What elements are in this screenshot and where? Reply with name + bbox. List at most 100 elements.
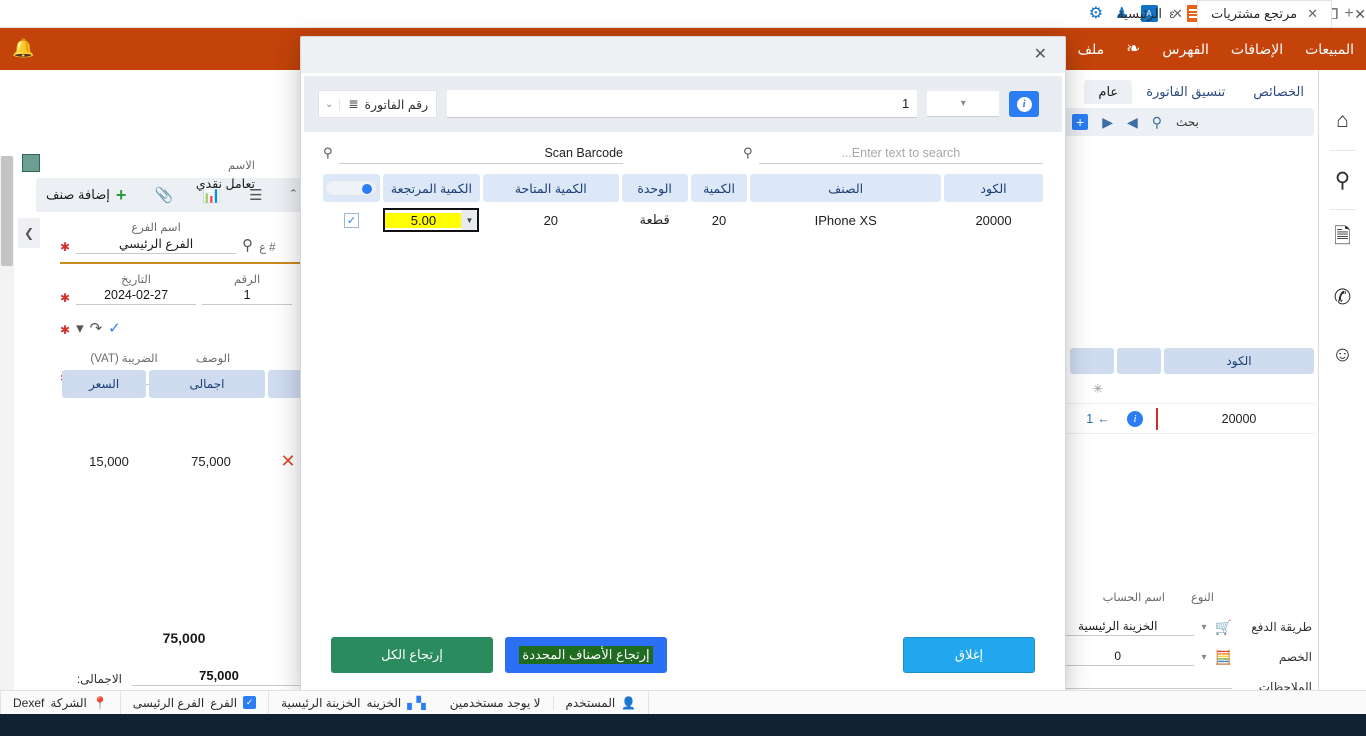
check-icon: ✓: [243, 696, 256, 709]
menu-item-sales[interactable]: المبيعات: [1305, 41, 1354, 58]
tab-purchase-return[interactable]: ✕ مرتجع مشتريات: [1197, 0, 1332, 28]
notifications-bell-icon[interactable]: 🔔: [12, 38, 34, 59]
column-header-code: الكود: [1164, 348, 1314, 374]
notes-value[interactable]: [1042, 686, 1232, 689]
add-button[interactable]: +: [1072, 114, 1088, 130]
grid-header: الكود الصنف الكمية الوحدة الكمية المتاحة…: [323, 174, 1043, 202]
search-icon[interactable]: ⚲: [323, 145, 333, 161]
menu-item-index[interactable]: الفهرس: [1162, 41, 1209, 58]
number-value[interactable]: 1: [202, 288, 292, 305]
prev-record-button[interactable]: ◀: [1127, 114, 1138, 131]
home-icon[interactable]: ⌂: [1319, 92, 1366, 150]
close-icon[interactable]: ✕: [1172, 6, 1183, 22]
list-icon[interactable]: ≣: [348, 97, 358, 111]
close-icon[interactable]: ✕: [1307, 6, 1318, 22]
add-item-label: إضافة صنف: [46, 187, 110, 203]
name-field: الاسم تعامل نقدي: [196, 158, 255, 191]
chevron-down-icon[interactable]: ▾: [1202, 652, 1207, 663]
documents-icon[interactable]: 🗎: [1319, 210, 1366, 268]
text-search-group: ⚲ Enter text to search...: [743, 142, 1043, 164]
new-tab-button[interactable]: +: [1332, 0, 1366, 28]
info-icon[interactable]: i: [1127, 411, 1143, 427]
return-all-button[interactable]: إرتجاع الكل: [331, 637, 493, 673]
dialog-footer: إرتجاع الكل إرتجاع الأصناف المحددة إغلاق: [301, 619, 1065, 691]
chevron-down-icon[interactable]: ▾: [1202, 622, 1207, 633]
close-icon[interactable]: ✕: [1034, 47, 1047, 63]
search-icon[interactable]: ⚲: [1319, 151, 1366, 209]
collapse-icon[interactable]: ˆ: [291, 187, 296, 204]
status-treasury-label: الخزينه: [367, 696, 402, 710]
cell-select[interactable]: ✓: [323, 213, 380, 228]
check-icon[interactable]: ✓: [108, 319, 121, 337]
invoice-number-input[interactable]: 1: [447, 90, 917, 118]
status-company[interactable]: 📍 الشركة Dexef: [0, 691, 120, 715]
scrollbar-thumb[interactable]: [1, 156, 13, 266]
tab-general[interactable]: عام: [1084, 80, 1132, 104]
search-icon[interactable]: ⚲: [1152, 114, 1162, 131]
tab-home[interactable]: ✕ الرئيسية: [1103, 0, 1197, 28]
status-treasury[interactable]: ▚▖ الخزينه الخزينة الرئيسية: [268, 691, 438, 715]
table-row-new[interactable]: ✳: [1054, 374, 1314, 404]
barcode-input[interactable]: Scan Barcode: [339, 142, 623, 164]
chevron-down-icon[interactable]: ▾: [76, 319, 84, 337]
table-row[interactable]: ✕ 75,000 15,000: [62, 444, 306, 478]
status-bar: 📍 الشركة Dexef ✓ الفرع الفرع الرئيسى ▚▖ …: [0, 690, 1366, 714]
table-row[interactable]: 20000 IPhone XS 20 قطعة 20 5.00 ▼ ✓: [323, 202, 1043, 238]
returned-qty-stepper[interactable]: 5.00 ▼: [383, 208, 479, 232]
search-icon[interactable]: ⚲: [242, 236, 253, 254]
branch-value[interactable]: الفرع الرئيسي: [76, 236, 236, 254]
user-icon[interactable]: ☺: [1319, 326, 1366, 384]
select-all-toggle[interactable]: [323, 174, 380, 202]
total-row-subtotal: الاجمالى: 75,000: [62, 656, 306, 686]
date-label: التاريخ: [76, 272, 196, 286]
new-row-icon[interactable]: ✳: [1076, 381, 1120, 396]
next-record-button[interactable]: ▶: [1102, 114, 1113, 131]
app-menu: المبيعات الإضافات الفهرس ❧ ملف: [1034, 28, 1366, 70]
discount-row: الخصم 🧮 ▾ 0: [1042, 642, 1312, 672]
info-button[interactable]: i: [1009, 91, 1039, 117]
search-icon[interactable]: ⚲: [743, 145, 753, 161]
menu-item-addons[interactable]: الإضافات: [1231, 41, 1283, 58]
search-label[interactable]: بحث: [1176, 115, 1199, 129]
add-item-button[interactable]: + إضافة صنف: [46, 185, 126, 206]
whatsapp-icon[interactable]: ✆: [1319, 268, 1366, 326]
tab-properties[interactable]: الخصائص: [1239, 80, 1318, 104]
branch-label: اسم الفرع: [76, 220, 236, 234]
settings-gear-icon[interactable]: ⚙: [1089, 6, 1103, 22]
name-value[interactable]: تعامل نقدي: [196, 176, 255, 191]
return-selected-button[interactable]: إرتجاع الأصناف المحددة: [505, 637, 667, 673]
chevron-down-icon[interactable]: ▾: [961, 98, 966, 109]
chevron-down-icon[interactable]: ▼: [461, 210, 477, 230]
panel-expand-button[interactable]: ❯: [18, 218, 40, 248]
os-taskbar-bottom: [0, 714, 1366, 736]
status-branch[interactable]: ✓ الفرع الفرع الرئيسى: [120, 691, 268, 715]
cart-icon[interactable]: 🛒: [1215, 619, 1232, 636]
column-header-unit: الوحدة: [622, 174, 688, 202]
search-input[interactable]: Enter text to search...: [759, 142, 1043, 164]
invoice-number-group: رقم الفاتورة ≣ ⌄: [318, 90, 437, 118]
refresh-icon[interactable]: ↷: [90, 319, 103, 337]
tab-invoice-format[interactable]: تنسيق الفاتورة: [1132, 80, 1239, 104]
chevron-down-icon[interactable]: ⌄: [319, 99, 340, 110]
column-header-qty: الكمية: [691, 174, 748, 202]
attachment-icon[interactable]: 📎: [155, 186, 174, 204]
ribbon-icon: ❧: [1126, 39, 1140, 59]
status-branch-value: الفرع الرئيسى: [133, 696, 204, 710]
row-checkbox[interactable]: ✓: [344, 213, 359, 228]
calculator-icon[interactable]: 🧮: [1215, 649, 1232, 666]
delete-row-icon[interactable]: ✕: [280, 451, 295, 472]
invoice-secondary-select[interactable]: ▾: [927, 91, 999, 117]
close-button[interactable]: إغلاق: [903, 637, 1035, 673]
toggle-switch-icon[interactable]: [325, 180, 377, 196]
date-value[interactable]: 2024-02-27: [76, 288, 196, 305]
dialog-topbar: رقم الفاتورة ≣ ⌄ 1 ▾ i: [304, 76, 1062, 132]
row-back-arrow-icon[interactable]: ←: [1097, 412, 1110, 426]
user-icon: 👤: [621, 696, 636, 710]
returned-qty-value[interactable]: 5.00: [385, 213, 461, 228]
table-row[interactable]: 20000 i ← 1: [1054, 404, 1314, 434]
cell-returned-qty[interactable]: 5.00 ▼: [383, 208, 480, 232]
menu-item-file[interactable]: ملف: [1078, 41, 1105, 58]
grid-expand-icon[interactable]: [22, 154, 40, 172]
status-user[interactable]: 👤 المستخدم لا يوجد مستخدمين: [438, 691, 649, 715]
vertical-scrollbar[interactable]: [0, 156, 14, 736]
